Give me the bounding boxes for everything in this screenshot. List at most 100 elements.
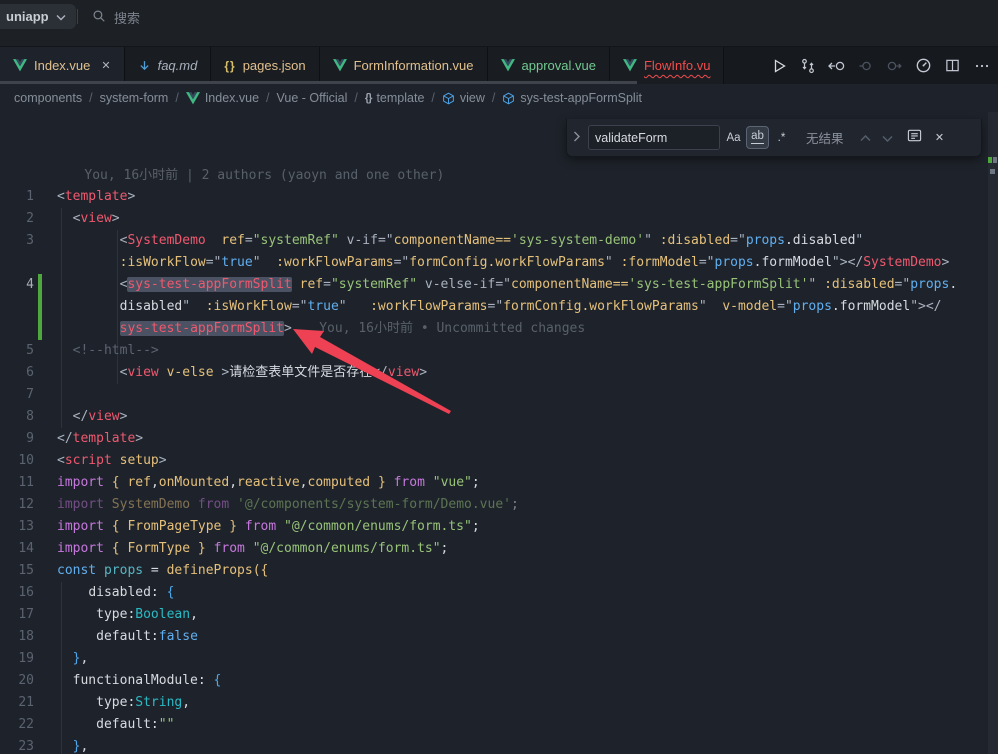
code-line[interactable]: 2 <view> bbox=[0, 208, 998, 230]
overview-ruler[interactable] bbox=[988, 112, 998, 754]
chevron-down-icon bbox=[56, 9, 66, 24]
tab-FormInformation.vue[interactable]: FormInformation.vue bbox=[320, 47, 488, 84]
code-line[interactable]: 17 type:Boolean, bbox=[0, 604, 998, 626]
breadcrumb-item-Index.vue[interactable]: Index.vue bbox=[186, 91, 259, 105]
arrow-circle-icon bbox=[828, 58, 845, 74]
line-number: 10 bbox=[0, 450, 34, 472]
git-change-bar bbox=[38, 318, 42, 340]
find-results-count: 无结果 bbox=[806, 128, 844, 147]
git-compare-icon bbox=[800, 58, 816, 74]
tab-pages.json[interactable]: {}pages.json bbox=[211, 47, 319, 84]
global-search-button[interactable]: 搜索 bbox=[92, 5, 140, 29]
breadcrumb-separator: / bbox=[492, 91, 495, 105]
run-button[interactable] bbox=[766, 53, 791, 78]
breadcrumb-item-sys-test-appFormSplit[interactable]: sys-test-appFormSplit bbox=[502, 91, 642, 105]
breadcrumb: components / system-form / Index.vue / Vue - O… bbox=[0, 84, 998, 112]
code-text: <view v-else >请检查表单文件是否存在</view> bbox=[57, 365, 427, 380]
code-line[interactable]: disabled" :isWorkFlow="true" :workFlowPa… bbox=[0, 296, 998, 318]
circle-prev-icon bbox=[858, 58, 874, 74]
code-line[interactable]: 9</template> bbox=[0, 428, 998, 450]
breadcrumb-label: Index.vue bbox=[205, 91, 259, 105]
code-line[interactable]: 5 <!--html--> bbox=[0, 340, 998, 362]
code-line[interactable]: 12import SystemDemo from '@/components/s… bbox=[0, 494, 998, 516]
line-number: 23 bbox=[0, 736, 34, 754]
split-editor-button[interactable] bbox=[940, 53, 965, 78]
code-line[interactable]: 21 type:String, bbox=[0, 692, 998, 714]
play-icon bbox=[771, 58, 787, 74]
code-line[interactable]: 11import { ref,onMounted,reactive,comput… bbox=[0, 472, 998, 494]
code-text: <template> bbox=[57, 189, 135, 204]
find-close-button[interactable]: ✕ bbox=[930, 128, 950, 148]
code-line[interactable]: sys-test-appFormSplit>You, 16小时前 • Uncom… bbox=[0, 318, 998, 340]
breadcrumb-item-Vue - Official[interactable]: Vue - Official bbox=[277, 91, 348, 105]
line-number: 19 bbox=[0, 648, 34, 670]
previous-change-button[interactable] bbox=[853, 53, 878, 78]
find-input[interactable] bbox=[588, 125, 720, 150]
open-changes-button[interactable] bbox=[824, 53, 849, 78]
breadcrumb-item-template[interactable]: {}template bbox=[365, 91, 425, 105]
editor: You, 16小时前 | 2 authors (yaoyn and one ot… bbox=[0, 112, 998, 754]
code-line[interactable]: 16 disabled: { bbox=[0, 582, 998, 604]
code-line[interactable]: :isWorkFlow="true" :workFlowParams="form… bbox=[0, 252, 998, 274]
breadcrumb-separator: / bbox=[431, 91, 434, 105]
markdown-down-icon bbox=[138, 59, 151, 73]
tab-faq.md[interactable]: faq.md bbox=[125, 47, 212, 84]
git-change-bar bbox=[38, 296, 42, 318]
code-line[interactable]: 8 </view> bbox=[0, 406, 998, 428]
find-next-button[interactable] bbox=[878, 128, 898, 148]
next-change-button[interactable] bbox=[882, 53, 907, 78]
breadcrumb-label: Vue - Official bbox=[277, 91, 348, 105]
code-line[interactable]: 6 <view v-else >请检查表单文件是否存在</view> bbox=[0, 362, 998, 384]
editor-actions bbox=[766, 47, 994, 84]
code-line[interactable]: 7 bbox=[0, 384, 998, 406]
chevron-right-icon bbox=[573, 129, 580, 147]
code-line[interactable]: 10<script setup> bbox=[0, 450, 998, 472]
close-icon[interactable]: ✕ bbox=[101, 59, 110, 72]
code-text: disabled" :isWorkFlow="true" :workFlowPa… bbox=[57, 299, 942, 314]
more-actions-button[interactable] bbox=[969, 53, 994, 78]
find-previous-button[interactable] bbox=[856, 128, 876, 148]
timeline-button[interactable] bbox=[911, 53, 936, 78]
code-line[interactable]: 4 <sys-test-appFormSplit ref="systemRef"… bbox=[0, 274, 998, 296]
source-control-compare-button[interactable] bbox=[795, 53, 820, 78]
overview-mark bbox=[990, 169, 995, 174]
code-text: }, bbox=[57, 651, 88, 666]
code-line[interactable]: 15const props = defineProps({ bbox=[0, 560, 998, 582]
tab-FlowInfo.vu[interactable]: FlowInfo.vu bbox=[610, 47, 724, 84]
symbol-cube-icon bbox=[442, 92, 455, 105]
line-number: 13 bbox=[0, 516, 34, 538]
project-name: uniapp bbox=[6, 9, 49, 24]
code-text: type:String, bbox=[57, 695, 190, 710]
line-number: 12 bbox=[0, 494, 34, 516]
line-number: 6 bbox=[0, 362, 34, 384]
code-line[interactable]: 13 import { FromPageType } from "@/common… bbox=[0, 516, 998, 538]
code-line[interactable]: 23 }, bbox=[0, 736, 998, 754]
code-text: import { FromPageType } from "@/common/e… bbox=[57, 519, 480, 534]
blame-annotation-row[interactable]: You, 16小时前 | 2 authors (yaoyn and one ot… bbox=[0, 166, 998, 186]
find-in-selection-button[interactable] bbox=[904, 127, 926, 149]
breadcrumb-item-view[interactable]: view bbox=[442, 91, 485, 105]
code-line[interactable]: 18 default:false bbox=[0, 626, 998, 648]
whole-word-button[interactable]: ab bbox=[747, 127, 768, 148]
breadcrumb-item-system-form[interactable]: system-form bbox=[100, 91, 169, 105]
search-icon bbox=[92, 9, 106, 26]
breadcrumb-separator: / bbox=[175, 91, 178, 105]
code-line[interactable]: 14import { FormType } from "@/common/enu… bbox=[0, 538, 998, 560]
code-line[interactable]: 20 functionalModule: { bbox=[0, 670, 998, 692]
find-widget: Aa ab .* 无结果 ✕ bbox=[566, 119, 982, 157]
breadcrumb-item-components[interactable]: components bbox=[14, 91, 82, 105]
tab-approval.vue[interactable]: approval.vue bbox=[488, 47, 610, 84]
line-number: 2 bbox=[0, 208, 34, 230]
toggle-replace-button[interactable] bbox=[569, 119, 584, 156]
match-case-button[interactable]: Aa bbox=[723, 127, 744, 148]
regex-button[interactable]: .* bbox=[771, 127, 792, 148]
code-line[interactable]: 3 <SystemDemo ref="systemRef" v-if="comp… bbox=[0, 230, 998, 252]
line-number: 11 bbox=[0, 472, 34, 494]
code-line[interactable]: 19 }, bbox=[0, 648, 998, 670]
code-line[interactable]: 1<template> bbox=[0, 186, 998, 208]
code-text: type:Boolean, bbox=[57, 607, 198, 622]
tab-Index.vue[interactable]: Index.vue✕ bbox=[0, 47, 125, 84]
project-menu-button[interactable]: uniapp bbox=[0, 4, 76, 29]
code-line[interactable]: 22 default:"" bbox=[0, 714, 998, 736]
tab-label: FlowInfo.vu bbox=[644, 58, 710, 73]
